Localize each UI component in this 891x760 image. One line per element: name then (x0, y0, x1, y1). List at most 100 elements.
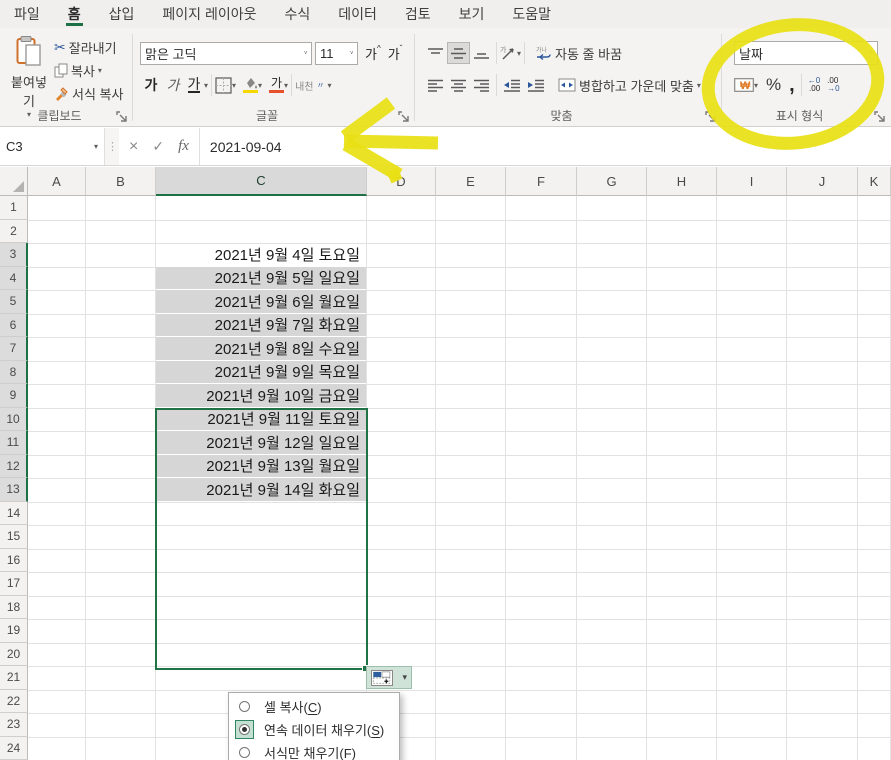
italic-button[interactable]: 가 (162, 75, 184, 95)
percent-style-button[interactable]: % (766, 75, 781, 95)
tab-ribbon-5[interactable]: 데이터 (324, 0, 391, 28)
column-header-E[interactable]: E (436, 167, 506, 196)
insert-function-icon[interactable]: fx (178, 138, 189, 155)
decrease-decimal-button[interactable]: .00 →0 (827, 77, 839, 93)
cell-C3[interactable]: 2021년 9월 4일 토요일 (156, 243, 366, 266)
autofill-menu-item-2[interactable]: 연속 데이터 채우기(S) (229, 718, 399, 741)
confirm-entry-icon[interactable]: ✓ (152, 138, 164, 155)
column-header-B[interactable]: B (86, 167, 156, 196)
format-painter-button[interactable]: 서식 복사 (54, 84, 123, 103)
row-header-2[interactable]: 2 (0, 219, 28, 243)
align-top-button[interactable] (424, 42, 447, 64)
row-header-1[interactable]: 1 (0, 196, 28, 220)
tab-ribbon-7[interactable]: 보기 (445, 0, 499, 28)
row-header-5[interactable]: 5 (0, 290, 28, 314)
column-header-K[interactable]: K (858, 167, 891, 196)
select-all-corner[interactable] (0, 167, 28, 196)
cell-C10[interactable]: 2021년 9월 11일 토요일 (156, 407, 366, 430)
row-header-19[interactable]: 19 (0, 619, 28, 643)
row-header-14[interactable]: 14 (0, 501, 28, 525)
column-header-J[interactable]: J (787, 167, 858, 196)
column-header-G[interactable]: G (577, 167, 647, 196)
decrease-indent-button[interactable] (500, 79, 524, 92)
formula-bar-handle[interactable]: ⋮ (105, 128, 119, 165)
row-header-9[interactable]: 9 (0, 384, 28, 408)
font-dialog-launcher-icon[interactable] (398, 111, 410, 123)
align-middle-button[interactable] (447, 42, 470, 64)
number-format-select[interactable]: 날짜 ᵛ (734, 41, 878, 65)
comma-style-button[interactable]: , (789, 74, 795, 97)
row-header-20[interactable]: 20 (0, 642, 28, 666)
increase-decimal-button[interactable]: ←0 .00 (808, 77, 820, 93)
align-left-button[interactable] (424, 74, 447, 96)
column-header-C[interactable]: C (156, 167, 367, 196)
row-header-17[interactable]: 17 (0, 572, 28, 596)
cell-C6[interactable]: 2021년 9월 7일 화요일 (156, 313, 366, 336)
grow-font-button[interactable]: 가^ (365, 44, 381, 63)
tab-ribbon-8[interactable]: 도움말 (498, 0, 565, 28)
cut-button[interactable]: ✂ 잘라내기 (54, 38, 117, 57)
tab-file[interactable]: 파일 (0, 0, 54, 28)
font-color-dropdown-arrow[interactable]: ▾ (284, 81, 288, 90)
cell-C12[interactable]: 2021년 9월 13일 월요일 (156, 454, 366, 477)
tab-home[interactable]: 홈 (54, 0, 95, 28)
cell-C8[interactable]: 2021년 9월 9일 목요일 (156, 360, 366, 383)
row-header-24[interactable]: 24 (0, 736, 28, 760)
accounting-dropdown-arrow[interactable]: ▾ (754, 81, 758, 90)
tab-ribbon-2[interactable]: 삽입 (95, 0, 149, 28)
cell-C5[interactable]: 2021년 9월 6일 월요일 (156, 290, 366, 313)
row-header-4[interactable]: 4 (0, 266, 28, 290)
cell-C4[interactable]: 2021년 9월 5일 일요일 (156, 266, 366, 289)
cell-C7[interactable]: 2021년 9월 8일 수요일 (156, 337, 366, 360)
borders-button[interactable] (215, 76, 232, 94)
fill-color-dropdown-arrow[interactable]: ▾ (258, 81, 262, 90)
tab-ribbon-4[interactable]: 수식 (270, 0, 324, 28)
autofill-options-button[interactable]: ▾ (366, 666, 412, 689)
cell-C11[interactable]: 2021년 9월 12일 일요일 (156, 431, 366, 454)
cell-C9[interactable]: 2021년 9월 10일 금요일 (156, 384, 366, 407)
row-header-6[interactable]: 6 (0, 313, 28, 337)
cancel-entry-icon[interactable]: × (129, 138, 138, 156)
increase-indent-button[interactable] (524, 79, 548, 92)
autofill-dropdown-arrow[interactable]: ▾ (402, 672, 407, 683)
orientation-dropdown-arrow[interactable]: ▾ (517, 49, 521, 58)
tab-ribbon-3[interactable]: 페이지 레이아웃 (148, 0, 270, 28)
merge-dropdown-arrow[interactable]: ▾ (697, 81, 701, 90)
row-header-23[interactable]: 23 (0, 713, 28, 737)
row-header-15[interactable]: 15 (0, 525, 28, 549)
merge-center-button[interactable]: 병합하고 가운데 맞춤 ▾ (558, 76, 701, 95)
shrink-font-button[interactable]: 가ˇ (388, 44, 403, 63)
row-header-22[interactable]: 22 (0, 689, 28, 713)
autofill-menu-item-3[interactable]: 서식만 채우기(F) (229, 741, 399, 760)
number-dialog-launcher-icon[interactable] (874, 111, 886, 123)
column-header-H[interactable]: H (647, 167, 717, 196)
wrap-text-button[interactable]: 가나 자동 줄 바꿈 (536, 44, 622, 63)
row-header-16[interactable]: 16 (0, 548, 28, 572)
paste-button[interactable]: 붙여넣기 ▾ (6, 36, 52, 119)
clipboard-dialog-launcher-icon[interactable] (116, 111, 128, 123)
phonetic-guide-button[interactable]: 내천 〃 ▾ (295, 78, 331, 93)
row-header-18[interactable]: 18 (0, 595, 28, 619)
accounting-format-button[interactable]: ₩ (734, 78, 754, 92)
align-center-button[interactable] (447, 74, 470, 96)
column-header-F[interactable]: F (506, 167, 577, 196)
bold-button[interactable]: 가 (140, 75, 162, 95)
align-bottom-button[interactable] (470, 42, 493, 64)
align-right-button[interactable] (470, 74, 493, 96)
font-size-select[interactable]: 11 ᵛ (315, 41, 358, 65)
row-header-3[interactable]: 3 (0, 243, 28, 267)
fill-color-button[interactable] (243, 77, 259, 93)
row-header-10[interactable]: 10 (0, 407, 28, 431)
autofill-menu-item-1[interactable]: 셀 복사(C) (229, 695, 399, 718)
row-header-8[interactable]: 8 (0, 360, 28, 384)
orientation-button[interactable]: 가 (500, 45, 517, 61)
alignment-dialog-launcher-icon[interactable] (705, 111, 717, 123)
copy-button[interactable]: 복사 ▾ (54, 61, 102, 80)
font-name-select[interactable]: 맑은 고딕 ᵛ (140, 41, 312, 65)
row-header-21[interactable]: 21 (0, 666, 28, 690)
row-header-7[interactable]: 7 (0, 337, 28, 361)
row-header-13[interactable]: 13 (0, 478, 28, 502)
row-header-11[interactable]: 11 (0, 431, 28, 455)
tab-ribbon-6[interactable]: 검토 (391, 0, 445, 28)
cell-C13[interactable]: 2021년 9월 14일 화요일 (156, 478, 366, 501)
